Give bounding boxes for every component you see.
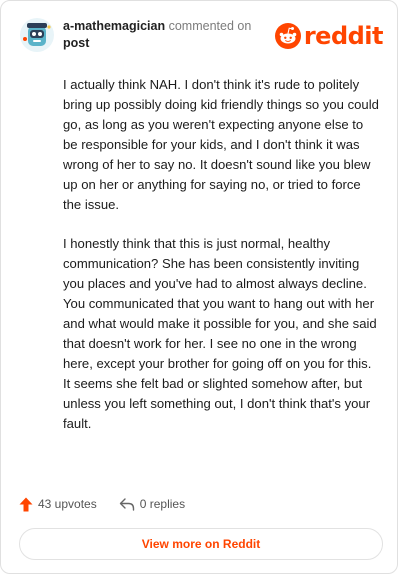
embedded-comment-card: a-mathemagician commented on post reddit… [0, 0, 398, 574]
view-more-button[interactable]: View more on Reddit [19, 528, 383, 560]
comment-header: a-mathemagician commented on post reddit [19, 15, 384, 55]
username-link[interactable]: a-mathemagician [63, 19, 165, 33]
comment-paragraph-1: I actually think NAH. I don't think it's… [63, 77, 379, 212]
reply-arrow-icon [119, 497, 134, 511]
comment-meta: a-mathemagician commented on post [63, 18, 251, 52]
reply-button[interactable]: 0 replies [119, 497, 185, 511]
snoo-avatar-icon [20, 18, 54, 52]
upvote-arrow-icon [19, 497, 33, 511]
comment-body: I actually think NAH. I don't think it's… [63, 75, 379, 453]
post-link[interactable]: post [63, 35, 251, 52]
upvote-count: 43 upvotes [38, 497, 97, 511]
upvote-button[interactable]: 43 upvotes [19, 497, 97, 512]
reddit-alien-icon [274, 23, 301, 49]
comment-paragraph-2: I honestly think that this is just norma… [63, 236, 377, 431]
action-text: commented on [168, 19, 252, 33]
reddit-logo[interactable]: reddit [274, 22, 384, 50]
reply-count: 0 replies [139, 497, 186, 511]
reddit-wordmark: reddit [303, 22, 384, 50]
user-avatar[interactable] [19, 17, 55, 53]
comment-footer: 43 upvotes 0 replies [19, 494, 185, 514]
